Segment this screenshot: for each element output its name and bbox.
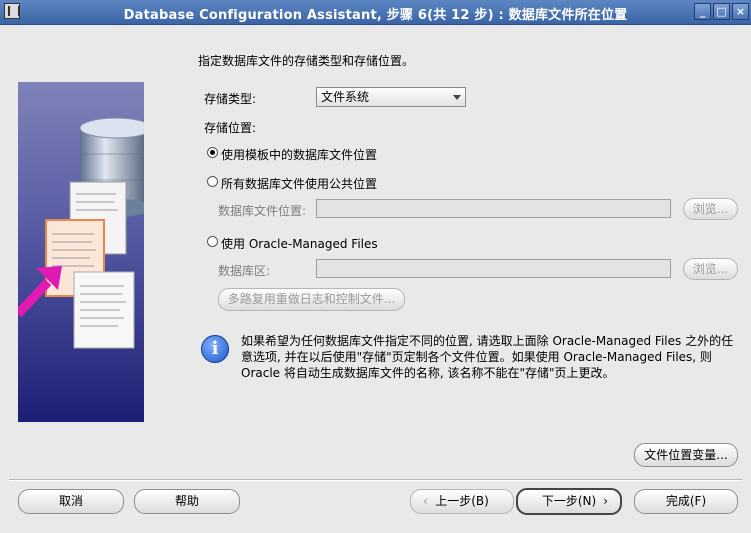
info-message: 如果希望为任何数据库文件指定不同的位置, 请选取上面除 Oracle-Manag… [241, 334, 734, 380]
title-bar: Database Configuration Assistant, 步骤 6(共… [0, 0, 751, 25]
window-title: Database Configuration Assistant, 步骤 6(共… [123, 8, 628, 23]
db-area-input[interactable] [316, 259, 671, 278]
radio-template-label[interactable]: 使用模板中的数据库文件位置 [221, 146, 377, 163]
radio-omf-label[interactable]: 使用 Oracle-Managed Files [221, 235, 378, 252]
next-button-label: 下一步(N) [541, 494, 597, 508]
multiplex-redo-logs-button[interactable]: 多路复用重做日志和控制文件... [218, 288, 405, 311]
storage-type-value: 文件系统 [321, 90, 370, 104]
next-button[interactable]: 下一步(N) › [516, 488, 622, 515]
browse-file-location-button[interactable]: 浏览... [683, 198, 738, 220]
db-area-label: 数据库区: [218, 264, 271, 278]
storage-type-label: 存储类型: [204, 92, 257, 106]
db-file-location-input[interactable] [316, 199, 671, 218]
help-button[interactable]: 帮助 [134, 489, 240, 514]
database-files-illustration [14, 117, 153, 349]
browse-db-area-button[interactable]: 浏览... [683, 258, 738, 280]
storage-type-select[interactable]: 文件系统 [316, 87, 466, 107]
wizard-illustration [14, 82, 153, 422]
radio-oracle-managed-files[interactable] [207, 236, 218, 247]
cancel-button[interactable]: 取消 [18, 489, 124, 514]
back-button[interactable]: ‹ 上一步(B) [410, 489, 514, 514]
close-button[interactable]: × [732, 3, 749, 20]
radio-template-locations[interactable] [207, 147, 218, 158]
page-heading: 指定数据库文件的存储类型和存储位置。 [198, 54, 415, 68]
footer-separator [9, 479, 742, 481]
radio-common-label[interactable]: 所有数据库文件使用公共位置 [221, 175, 377, 192]
back-button-label: 上一步(B) [435, 494, 489, 508]
chevron-down-icon [453, 95, 461, 100]
file-location-variables-button[interactable]: 文件位置变量... [634, 443, 738, 467]
finish-button[interactable]: 完成(F) [634, 489, 738, 514]
storage-location-label: 存储位置: [204, 121, 257, 135]
next-chevron-icon: › [603, 494, 608, 508]
radio-common-location[interactable] [207, 176, 218, 187]
maximize-button[interactable]: □ [713, 3, 730, 20]
info-icon: i [201, 335, 229, 363]
back-chevron-icon: ‹ [423, 494, 428, 508]
minimize-button[interactable]: _ [694, 3, 711, 20]
db-file-location-label: 数据库文件位置: [218, 204, 307, 218]
document-pages-icon [45, 181, 135, 349]
